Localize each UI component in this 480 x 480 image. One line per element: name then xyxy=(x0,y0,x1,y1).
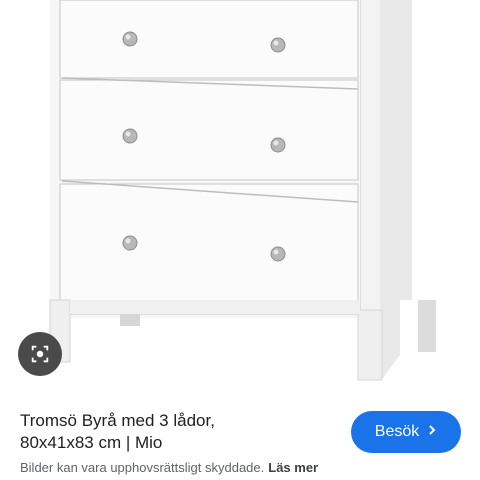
chevron-right-icon xyxy=(427,423,437,441)
lens-button[interactable] xyxy=(18,332,62,376)
product-title-line1: Tromsö Byrå med 3 lådor, xyxy=(20,411,215,430)
dresser-image xyxy=(49,0,436,381)
result-info: Tromsö Byrå med 3 lådor, 80x41x83 cm | M… xyxy=(0,392,480,480)
product-title[interactable]: Tromsö Byrå med 3 lådor, 80x41x83 cm | M… xyxy=(20,410,320,454)
product-title-line2: 80x41x83 cm | Mio xyxy=(20,433,163,452)
visit-button-label: Besök xyxy=(374,423,420,440)
image-preview[interactable] xyxy=(0,0,480,392)
read-more-link[interactable]: Läs mer xyxy=(268,460,318,475)
visit-button[interactable]: Besök xyxy=(351,411,461,453)
copyright-text: Bilder kan vara upphovsrättsligt skyddad… xyxy=(20,460,265,475)
copyright-notice: Bilder kan vara upphovsrättsligt skyddad… xyxy=(20,460,318,475)
lens-icon xyxy=(31,345,49,363)
